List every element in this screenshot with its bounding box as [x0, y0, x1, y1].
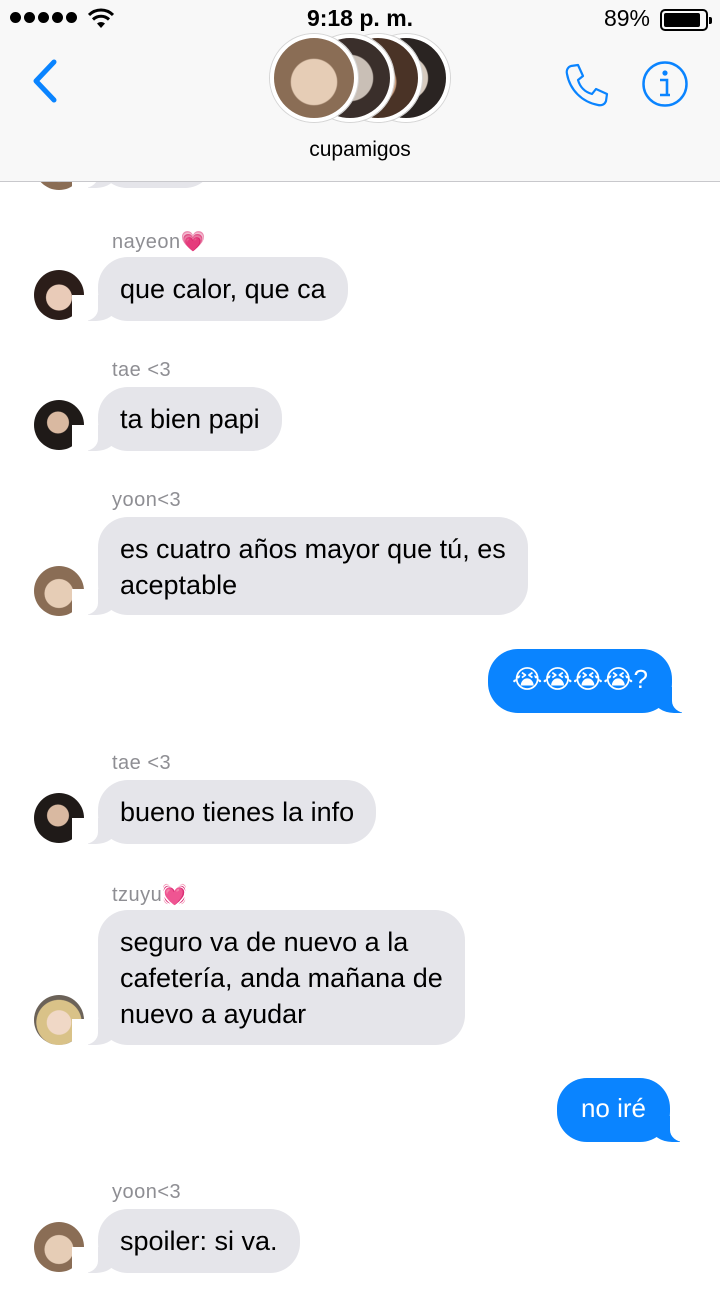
- message-text: seguro va de nuevo a la cafetería, anda m…: [120, 927, 443, 1029]
- message-text: es cuatro años mayor que tú, es aceptable: [120, 534, 506, 600]
- message-text: ta bien papi: [120, 404, 260, 434]
- message-bubble[interactable]: seguro va de nuevo a la cafetería, anda m…: [72, 910, 465, 1045]
- message-bubble[interactable]: es cuatro años mayor que tú, es aceptable: [72, 517, 528, 615]
- sender-name: tzuyu💓: [112, 884, 188, 906]
- sender-name: tae <3: [112, 752, 172, 774]
- message-bubble[interactable]: bueno tienes la info: [71, 780, 377, 844]
- message-text: spoiler: si va.: [120, 1226, 278, 1256]
- sender-name: tae <3: [112, 359, 172, 381]
- sender-name: yoon<3: [112, 1181, 182, 1203]
- info-icon[interactable]: [641, 60, 689, 108]
- message-text: 😭😭😭😭?: [512, 664, 648, 694]
- group-avatar-stack[interactable]: [270, 34, 460, 124]
- battery-icon: [660, 9, 712, 31]
- phone-icon[interactable]: [562, 60, 612, 110]
- message-text: que calor, que ca: [120, 274, 326, 304]
- battery-percent: 89%: [603, 5, 650, 31]
- message-text: bueno tienes la info: [120, 797, 355, 827]
- heart-emoji: 💗: [180, 231, 207, 253]
- message-bubble-outgoing[interactable]: no iré: [556, 1078, 697, 1142]
- message-bubble-outgoing[interactable]: 😭😭😭😭?: [488, 649, 698, 713]
- sender-name: nayeon💗: [112, 231, 207, 253]
- conversation-header: 9:18 p. m. 89% cupamigos: [0, 0, 720, 182]
- sender-name: yoon<3: [112, 489, 182, 511]
- group-member-avatar: [270, 34, 358, 122]
- message-bubble[interactable]: que calor, que ca: [72, 257, 348, 321]
- battery-level: [664, 13, 700, 27]
- chevron-left-icon[interactable]: [26, 56, 66, 106]
- message-text: no iré: [580, 1093, 646, 1123]
- message-bubble[interactable]: ta bien papi: [72, 387, 282, 451]
- message-bubble[interactable]: spoiler: si va.: [72, 1209, 300, 1273]
- message-list[interactable]: nayeon💗 que calor, que ca tae <3 ta bien…: [0, 0, 720, 1308]
- heart-emoji: 💓: [162, 884, 188, 906]
- group-name[interactable]: cupamigos: [0, 138, 720, 162]
